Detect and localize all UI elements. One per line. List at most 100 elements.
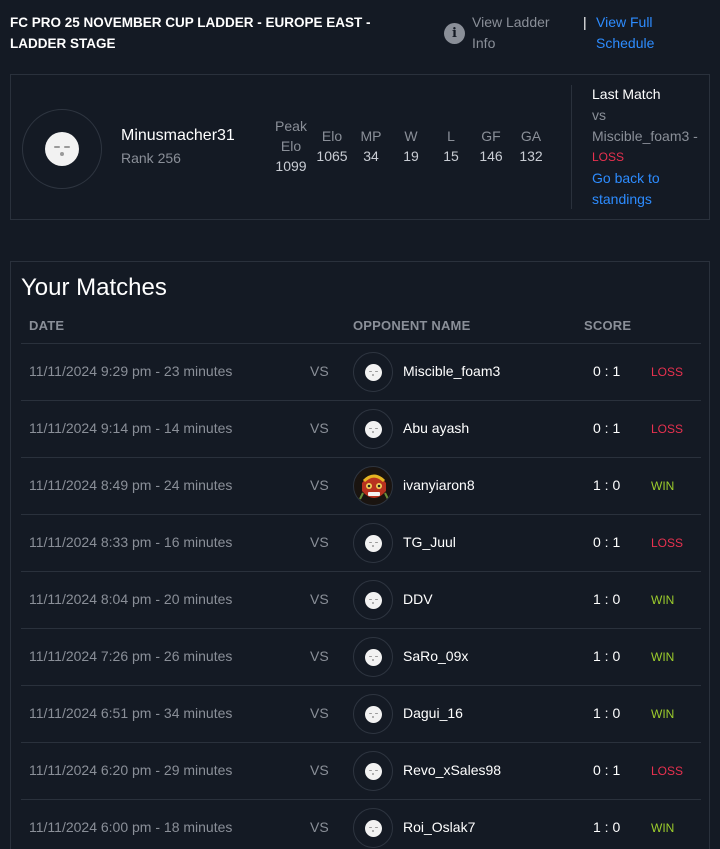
header-separator: | bbox=[583, 14, 587, 30]
match-result-badge: LOSS bbox=[651, 365, 684, 379]
stat-peak-elo: Peak Elo 1099 bbox=[269, 116, 313, 176]
stat-label: Peak Elo bbox=[275, 118, 307, 154]
opponent-name[interactable]: Dagui_16 bbox=[403, 705, 463, 721]
match-date: 11/11/2024 8:33 pm - 16 minutes bbox=[29, 534, 233, 550]
stat-label: L bbox=[447, 128, 455, 144]
opponent-name[interactable]: Revo_xSales98 bbox=[403, 762, 501, 778]
match-row[interactable]: 11/11/2024 9:14 pm - 14 minutes VS Abu aya… bbox=[21, 400, 701, 457]
stat-value: 1065 bbox=[316, 148, 348, 164]
opponent-avatar[interactable] bbox=[353, 352, 393, 392]
match-result-badge: LOSS bbox=[651, 422, 684, 436]
match-date: 11/11/2024 8:04 pm - 20 minutes bbox=[29, 591, 233, 607]
opponent-avatar[interactable] bbox=[353, 466, 393, 506]
stat-label: Elo bbox=[321, 128, 343, 144]
match-score: 0 : 1 bbox=[593, 420, 621, 436]
default-face-icon bbox=[365, 535, 382, 552]
page-header: FC PRO 25 NOVEMBER CUP LADDER - EUROPE E… bbox=[10, 12, 710, 54]
opponent-avatar[interactable] bbox=[353, 751, 393, 791]
match-score: 1 : 0 bbox=[593, 591, 621, 607]
match-date: 11/11/2024 8:49 pm - 24 minutes bbox=[29, 477, 233, 493]
stat-l: L 15 bbox=[435, 126, 467, 166]
stat-ga: GA 132 bbox=[515, 126, 547, 166]
last-match-result: LOSS bbox=[592, 150, 625, 164]
view-full-schedule-link[interactable]: View Full Schedule bbox=[596, 12, 686, 54]
match-vs: VS bbox=[310, 705, 329, 721]
match-vs: VS bbox=[310, 819, 329, 835]
match-score: 1 : 0 bbox=[593, 819, 621, 835]
opponent-name[interactable]: ivanyiaron8 bbox=[403, 477, 475, 493]
match-result-badge: WIN bbox=[651, 650, 675, 664]
match-row[interactable]: 11/11/2024 9:29 pm - 23 minutes VS Miscibl… bbox=[21, 343, 701, 400]
stat-label: W bbox=[404, 128, 418, 144]
opponent-name[interactable]: Miscible_foam3 bbox=[403, 363, 500, 379]
stat-gf: GF 146 bbox=[475, 126, 507, 166]
match-vs: VS bbox=[310, 534, 329, 550]
match-date: 11/11/2024 9:14 pm - 14 minutes bbox=[29, 420, 233, 436]
last-match: Last Match vs Miscible_foam3 - LOSS Go b… bbox=[592, 84, 707, 210]
match-vs: VS bbox=[310, 477, 329, 493]
default-face-icon bbox=[365, 649, 382, 666]
matches-panel: Your Matches DATE OPPONENT NAME SCORE 11… bbox=[10, 261, 710, 849]
match-date: 11/11/2024 7:26 pm - 26 minutes bbox=[29, 648, 233, 664]
match-row[interactable]: 11/11/2024 6:20 pm - 29 minutes VS Revo_xS… bbox=[21, 742, 701, 799]
match-vs: VS bbox=[310, 420, 329, 436]
stat-value: 132 bbox=[519, 148, 543, 164]
stat-label: GA bbox=[520, 128, 542, 144]
match-score: 0 : 1 bbox=[593, 534, 621, 550]
player-name: Minusmacher31 bbox=[121, 127, 235, 144]
match-row[interactable]: 11/11/2024 8:04 pm - 20 minutes VS DDV 1 : … bbox=[21, 571, 701, 628]
page-title: FC PRO 25 NOVEMBER CUP LADDER - EUROPE E… bbox=[10, 15, 371, 51]
column-header-score: SCORE bbox=[584, 318, 632, 333]
default-face-icon bbox=[365, 763, 382, 780]
match-result-badge: WIN bbox=[651, 479, 675, 493]
match-date: 11/11/2024 9:29 pm - 23 minutes bbox=[29, 363, 233, 379]
matches-list: 11/11/2024 9:29 pm - 23 minutes VS Miscibl… bbox=[21, 343, 701, 849]
match-date: 11/11/2024 6:51 pm - 34 minutes bbox=[29, 705, 233, 721]
column-header-date: DATE bbox=[29, 318, 65, 333]
match-vs: VS bbox=[310, 363, 329, 379]
opponent-name[interactable]: Roi_Oslak7 bbox=[403, 819, 475, 835]
info-icon[interactable]: i bbox=[444, 23, 465, 44]
opponent-name[interactable]: Abu ayash bbox=[403, 420, 469, 436]
match-result-badge: WIN bbox=[651, 593, 675, 607]
mask-avatar-icon bbox=[357, 470, 391, 504]
match-row[interactable]: 11/11/2024 7:26 pm - 26 minutes VS SaRo_09… bbox=[21, 628, 701, 685]
stat-value: 1099 bbox=[275, 158, 307, 174]
match-row[interactable]: 11/11/2024 8:33 pm - 16 minutes VS TG_Juul… bbox=[21, 514, 701, 571]
opponent-avatar[interactable] bbox=[353, 580, 393, 620]
back-to-standings-link[interactable]: Go back to standings bbox=[592, 168, 707, 210]
last-match-title: Last Match bbox=[592, 86, 661, 102]
match-result-badge: WIN bbox=[651, 707, 675, 721]
stat-label: GF bbox=[481, 128, 501, 144]
match-row[interactable]: 11/11/2024 6:51 pm - 34 minutes VS Dagui_1… bbox=[21, 685, 701, 742]
default-face-icon bbox=[365, 421, 382, 438]
match-result-badge: WIN bbox=[651, 821, 675, 835]
opponent-avatar[interactable] bbox=[353, 694, 393, 734]
view-ladder-info-link[interactable]: View Ladder Info bbox=[472, 12, 572, 54]
match-vs: VS bbox=[310, 591, 329, 607]
opponent-name[interactable]: DDV bbox=[403, 591, 433, 607]
matches-title: Your Matches bbox=[21, 274, 167, 301]
match-score: 0 : 1 bbox=[593, 363, 621, 379]
match-result-badge: LOSS bbox=[651, 764, 684, 778]
stat-value: 15 bbox=[443, 148, 459, 164]
column-header-opponent: OPPONENT NAME bbox=[353, 318, 471, 333]
match-date: 11/11/2024 6:00 pm - 18 minutes bbox=[29, 819, 233, 835]
default-face-icon bbox=[365, 364, 382, 381]
opponent-avatar[interactable] bbox=[353, 808, 393, 848]
match-score: 1 : 0 bbox=[593, 648, 621, 664]
opponent-name[interactable]: TG_Juul bbox=[403, 534, 456, 550]
match-score: 1 : 0 bbox=[593, 477, 621, 493]
stat-value: 146 bbox=[479, 148, 503, 164]
match-score: 0 : 1 bbox=[593, 762, 621, 778]
match-row[interactable]: 11/11/2024 8:49 pm - 24 minutes VS ivanyia… bbox=[21, 457, 701, 514]
opponent-avatar[interactable] bbox=[353, 523, 393, 563]
stat-value: 19 bbox=[403, 148, 419, 164]
opponent-name[interactable]: SaRo_09x bbox=[403, 648, 468, 664]
match-row[interactable]: 11/11/2024 6:00 pm - 18 minutes VS Roi_Osl… bbox=[21, 799, 701, 849]
stat-label: MP bbox=[360, 128, 382, 144]
opponent-avatar[interactable] bbox=[353, 637, 393, 677]
match-date: 11/11/2024 6:20 pm - 29 minutes bbox=[29, 762, 233, 778]
last-match-vs: vs bbox=[592, 107, 606, 123]
opponent-avatar[interactable] bbox=[353, 409, 393, 449]
